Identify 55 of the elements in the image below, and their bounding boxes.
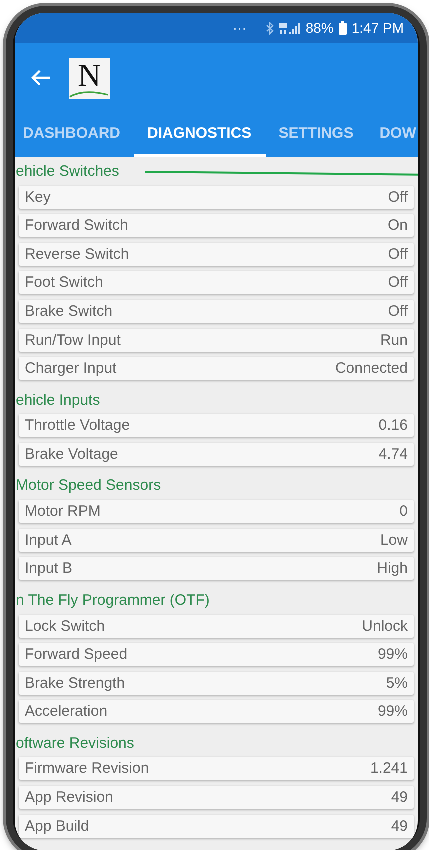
tab[interactable]: DIAGNOSTICS	[134, 113, 266, 157]
row-value: High	[377, 560, 408, 578]
row-value: Off	[388, 302, 408, 320]
notification-dots: ···	[232, 20, 247, 36]
tab[interactable]: DASHBOARD	[15, 113, 134, 157]
row-label: Brake Switch	[25, 302, 113, 320]
row-label: Reverse Switch	[25, 246, 130, 263]
row-value: Run	[380, 332, 408, 349]
section-title: ehicle Switches	[15, 162, 120, 180]
bluetooth-icon	[266, 22, 274, 34]
row-value: 99%	[378, 646, 408, 664]
row-label: Key	[25, 188, 51, 206]
row-label: Throttle Voltage	[25, 417, 130, 434]
row-value: Connected	[335, 360, 408, 378]
row-label: Brake Voltage	[25, 446, 118, 463]
row-value: 0	[400, 503, 408, 520]
row-label: Motor RPM	[25, 503, 101, 520]
row-label: Forward Speed	[25, 646, 128, 664]
row-label: App Revision	[25, 789, 114, 806]
battery-icon	[338, 21, 347, 35]
clock-time: 1:47 PM	[352, 20, 404, 36]
signal-icon	[278, 22, 301, 34]
section-title: ehicle Inputs	[15, 392, 100, 409]
row-value: 99%	[378, 703, 408, 720]
row-label: Firmware Revision	[25, 760, 150, 778]
row-value: 5%	[386, 674, 408, 692]
row-label: App Build	[25, 818, 90, 835]
row-value: Off	[388, 274, 408, 292]
row-label: Forward Switch	[25, 217, 128, 234]
row-label: Foot Switch	[25, 274, 104, 292]
row-value: 49	[391, 818, 408, 835]
row-label: Input B	[25, 560, 73, 578]
row-value: On	[388, 217, 408, 234]
app-logo: N	[69, 58, 110, 98]
section-title: Motor Speed Sensors	[15, 477, 162, 494]
section-title: oftware Revisions	[15, 734, 134, 752]
row-value: 0.16	[378, 417, 408, 434]
row-value: 49	[391, 789, 408, 806]
row-value: Low	[380, 532, 408, 549]
tab[interactable]: SETTINGS	[266, 113, 367, 157]
row-value: Off	[388, 246, 408, 263]
row-label: Brake Strength	[25, 674, 126, 692]
row-value: 1.241	[370, 760, 408, 778]
row-label: Lock Switch	[25, 618, 106, 634]
row-label: Acceleration	[25, 703, 108, 720]
row-label: Input A	[25, 532, 72, 549]
section-title: n The Fly Programmer (OTF)	[15, 592, 210, 609]
row-value: Off	[388, 188, 408, 206]
back-arrow-icon[interactable]	[31, 69, 51, 87]
row-value: 4.74	[378, 446, 408, 463]
battery-level: 88%	[306, 20, 334, 36]
row-label: Charger Input	[25, 360, 117, 378]
row-value: Unlock	[362, 618, 408, 634]
row-label: Run/Tow Input	[25, 332, 121, 349]
tab[interactable]: DOW	[366, 113, 418, 157]
